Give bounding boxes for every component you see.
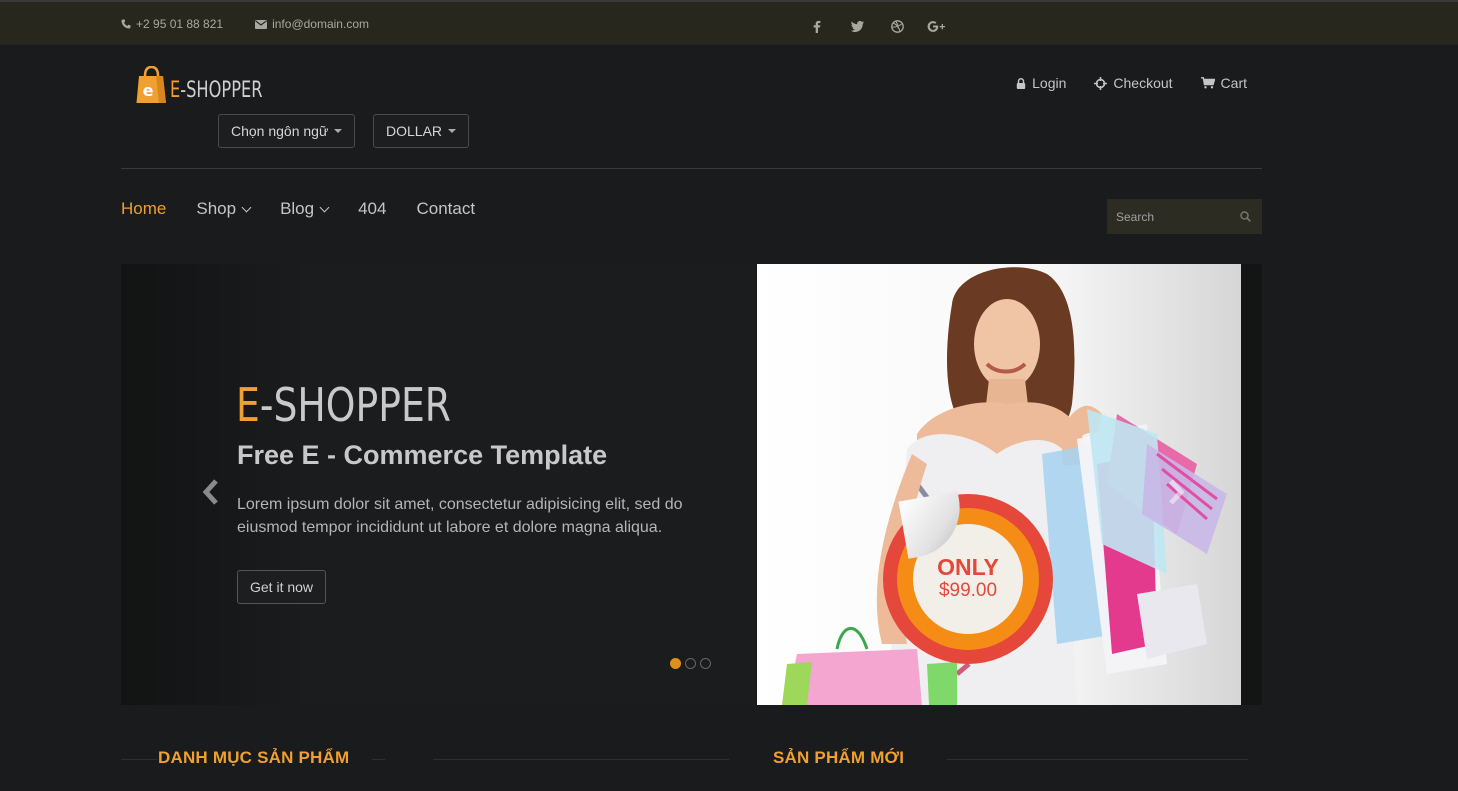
categories-heading: DANH MỤC SẢN PHẨM: [158, 748, 350, 767]
chevron-down-icon: [241, 202, 252, 212]
chevron-right-icon: [1169, 479, 1185, 505]
facebook-icon[interactable]: [806, 16, 828, 36]
price-badge-only: ONLY: [937, 554, 999, 580]
main-nav: Home Shop Blog 404 Contact: [121, 199, 475, 219]
slider-next-button[interactable]: [1166, 479, 1186, 505]
currency-select[interactable]: DOLLAR: [373, 114, 470, 148]
language-select[interactable]: Chọn ngôn ngữ: [218, 114, 356, 148]
price-badge-price: $99.00: [938, 580, 998, 601]
shopping-bag-logo-icon: e: [136, 66, 166, 103]
envelope-icon: [255, 19, 268, 29]
slider-dot[interactable]: [700, 658, 711, 669]
search-box: [1107, 199, 1262, 234]
nav-item-contact[interactable]: Contact: [416, 199, 475, 219]
email-item: info@domain.com: [255, 17, 369, 31]
email-address[interactable]: info@domain.com: [272, 17, 369, 31]
section-line: [433, 759, 729, 760]
search-input[interactable]: [1116, 209, 1226, 224]
phone-item: +2 95 01 88 821: [121, 17, 223, 31]
header-divider: [121, 168, 1262, 169]
slide-brand-title: E-SHOPPER: [236, 378, 451, 432]
crosshairs-icon: [1094, 76, 1108, 90]
slide-description: Lorem ipsum dolor sit amet, consectetur …: [237, 496, 683, 536]
nav-item-home[interactable]: Home: [121, 199, 166, 219]
slider-prev-button[interactable]: [201, 479, 221, 505]
slider-dot[interactable]: [670, 658, 681, 669]
login-link[interactable]: Login: [1016, 75, 1066, 91]
currency-select-label: DOLLAR: [386, 123, 443, 139]
site-logo[interactable]: e E-SHOPPER: [136, 66, 283, 104]
chevron-left-icon: [202, 479, 218, 505]
logo-text: E-SHOPPER: [170, 78, 263, 103]
nav-item-shop[interactable]: Shop: [196, 199, 252, 219]
dribbble-icon[interactable]: [886, 16, 908, 36]
get-it-now-button[interactable]: Get it now: [237, 570, 327, 604]
section-line: [121, 759, 157, 760]
new-products-heading: SẢN PHẨM MỚI: [773, 748, 905, 767]
caret-down-icon: [334, 129, 343, 133]
hero-slider: E-SHOPPER Free E - Commerce Template Lor…: [121, 264, 1262, 705]
slider-indicators: [670, 658, 711, 669]
search-icon[interactable]: [1240, 211, 1251, 222]
nav-item-404[interactable]: 404: [358, 199, 386, 219]
cart-link[interactable]: Cart: [1200, 75, 1247, 91]
contact-info: +2 95 01 88 821 info@domain.com: [121, 17, 369, 31]
section-line: [372, 759, 385, 760]
slider-dot[interactable]: [685, 658, 696, 669]
language-select-label: Chọn ngôn ngữ: [231, 123, 329, 139]
checkout-link[interactable]: Checkout: [1094, 75, 1173, 91]
slide-tagline: Free E - Commerce Template: [237, 440, 608, 470]
price-badge: ONLY $99.00: [883, 491, 1053, 664]
top-bar: +2 95 01 88 821 info@domain.com: [0, 0, 1458, 45]
caret-down-icon: [448, 129, 457, 133]
social-links: [806, 16, 948, 36]
lock-icon: [1016, 77, 1026, 89]
twitter-icon[interactable]: [846, 16, 868, 36]
phone-icon: [121, 19, 131, 29]
shopping-cart-icon: [1200, 77, 1215, 89]
account-menu: Login Checkout Cart: [1016, 75, 1247, 91]
svg-text:e: e: [143, 81, 154, 100]
nav-item-blog[interactable]: Blog: [280, 199, 330, 219]
section-line: [947, 759, 1248, 760]
chevron-down-icon: [319, 202, 330, 212]
phone-number[interactable]: +2 95 01 88 821: [136, 17, 223, 31]
google-plus-icon[interactable]: [926, 16, 948, 36]
